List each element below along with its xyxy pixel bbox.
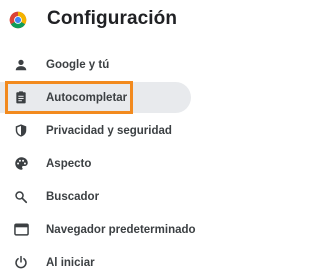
page-title: Configuración	[47, 8, 178, 29]
power-icon	[13, 255, 29, 271]
menu-item-label: Buscador	[46, 190, 100, 203]
person-icon	[13, 57, 29, 73]
menu-item-label: Al iniciar	[46, 256, 95, 269]
settings-header: Configuración	[0, 0, 205, 40]
menu-item-label: Privacidad y seguridad	[46, 124, 172, 137]
menu-item-privacidad-y-seguridad[interactable]: Privacidad y seguridad	[0, 114, 205, 147]
menu-item-autocompletar[interactable]: Autocompletar	[0, 81, 205, 114]
browser-window-icon	[13, 222, 29, 238]
menu-item-navegador-predeterminado[interactable]: Navegador predeterminado	[0, 213, 205, 246]
shield-icon	[13, 123, 29, 139]
menu-item-label: Autocompletar	[46, 91, 128, 104]
menu-item-google-y-tu[interactable]: Google y tú	[0, 48, 205, 81]
menu-item-label: Aspecto	[46, 157, 92, 170]
menu-item-al-iniciar[interactable]: Al iniciar	[0, 246, 205, 279]
menu-item-buscador[interactable]: Buscador	[0, 180, 205, 213]
menu-item-label: Navegador predeterminado	[46, 223, 196, 236]
clipboard-icon	[13, 90, 29, 106]
chrome-logo-icon	[9, 11, 27, 29]
palette-icon	[13, 156, 29, 172]
search-icon	[13, 189, 29, 205]
menu-item-aspecto[interactable]: Aspecto	[0, 147, 205, 180]
menu-item-label: Google y tú	[46, 58, 110, 71]
settings-menu: Google y tú Autocompletar Privacidad y s…	[0, 48, 205, 279]
settings-app: Configuración Google y tú Autocompletar …	[0, 0, 205, 280]
